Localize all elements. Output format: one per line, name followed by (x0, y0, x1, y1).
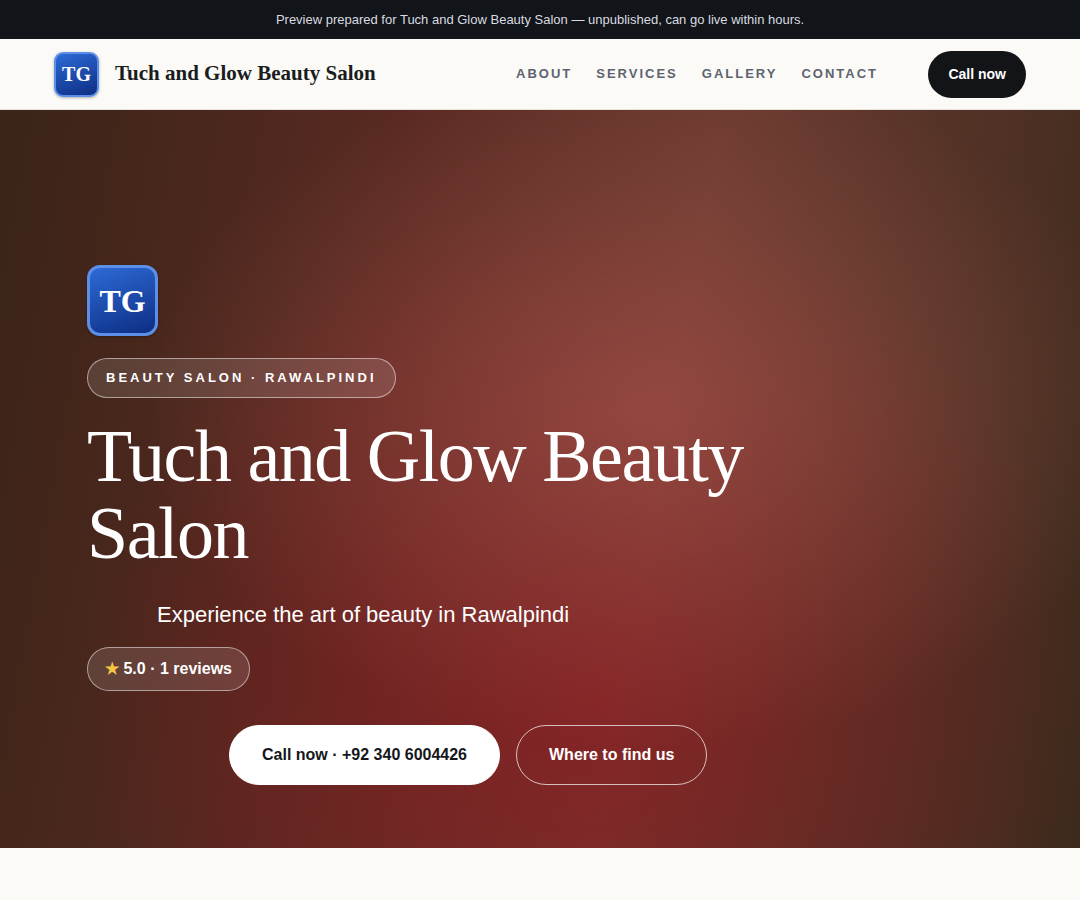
nav-link-item[interactable]: SERVICES (596, 64, 678, 84)
hero-title: Tuch and Glow Beauty Salon (87, 418, 787, 572)
hero-buttons: Call now · +92 340 6004426 Where to find … (229, 725, 1080, 785)
category-badge: BEAUTY SALON · RAWALPINDI (87, 358, 396, 398)
location-button[interactable]: Where to find us (516, 725, 707, 785)
hero-section: TG BEAUTY SALON · RAWALPINDI Tuch and Glow… (0, 110, 1080, 848)
rating-wrap: ★ 5.0 · 1 reviews (87, 631, 1080, 691)
hero-subtitle: Experience the art of beauty in Rawalpin… (157, 598, 1080, 631)
preview-banner: Preview prepared for Tuch and Glow Beaut… (0, 0, 1080, 39)
star-icon: ★ (105, 660, 119, 677)
banner-text: Preview prepared for Tuch and Glow Beaut… (276, 10, 804, 30)
nav-link-item[interactable]: ABOUT (516, 64, 572, 84)
brand-name: Tuch and Glow Beauty Salon (115, 58, 376, 90)
rating-text: 5.0 · 1 reviews (123, 660, 232, 677)
call-phone-button[interactable]: Call now · +92 340 6004426 (229, 725, 500, 785)
hero-logo-icon: TG (87, 265, 158, 336)
rating-badge: ★ 5.0 · 1 reviews (87, 647, 250, 691)
call-now-button[interactable]: Call now (928, 51, 1026, 98)
brand-link[interactable]: TG Tuch and Glow Beauty Salon (54, 52, 376, 97)
nav-link-item[interactable]: CONTACT (801, 64, 878, 84)
nav-link-item[interactable]: GALLERY (702, 64, 778, 84)
nav-links: ABOUT SERVICES GALLERY CONTACT (516, 64, 878, 84)
tag-wrap: BEAUTY SALON · RAWALPINDI (87, 336, 1080, 398)
top-navbar: TG Tuch and Glow Beauty Salon ABOUT SERVICE… (0, 39, 1080, 110)
logo-icon: TG (54, 52, 99, 97)
